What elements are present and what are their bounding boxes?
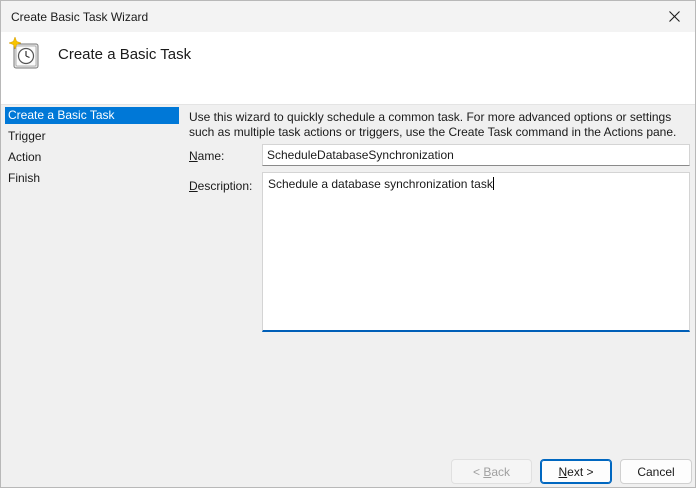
back-button-label: ack	[491, 464, 511, 479]
wizard-window: Create Basic Task Wizard Create a Basic …	[0, 0, 696, 488]
wizard-header: Create a Basic Task	[1, 32, 695, 105]
close-icon	[668, 11, 680, 22]
back-button-prefix: <	[472, 464, 484, 479]
name-label-access-key: N	[189, 149, 198, 163]
back-button[interactable]: < Back	[451, 459, 532, 484]
wizard-content: Use this wizard to quickly schedule a co…	[189, 110, 689, 140]
title-bar: Create Basic Task Wizard	[1, 1, 695, 32]
clock-sparkle-icon	[8, 36, 39, 69]
wizard-steps: Create a Basic Task Trigger Action Finis…	[5, 107, 179, 191]
name-label: Name:	[189, 149, 224, 163]
step-action[interactable]: Action	[5, 149, 179, 170]
name-field-value: ScheduleDatabaseSynchronization	[267, 148, 454, 162]
name-label-text: ame:	[197, 149, 225, 163]
text-caret	[492, 177, 494, 190]
cancel-button[interactable]: Cancel	[620, 459, 692, 484]
next-button[interactable]: Next >	[540, 459, 612, 484]
description-field[interactable]: Schedule a database synchronization task	[262, 172, 690, 332]
description-field-value: Schedule a database synchronization task	[268, 177, 493, 191]
description-label: Description:	[189, 179, 252, 193]
step-create-basic-task[interactable]: Create a Basic Task	[5, 107, 179, 124]
step-finish[interactable]: Finish	[5, 170, 179, 191]
back-button-access-key: B	[483, 464, 492, 479]
window-title: Create Basic Task Wizard	[11, 10, 149, 24]
name-field[interactable]: ScheduleDatabaseSynchronization	[262, 144, 690, 166]
description-label-access-key: D	[189, 179, 198, 193]
description-label-text: escription:	[197, 179, 253, 193]
next-button-label: ext >	[567, 464, 594, 479]
intro-text: Use this wizard to quickly schedule a co…	[189, 110, 677, 139]
next-button-access-key: N	[558, 464, 568, 479]
wizard-heading: Create a Basic Task	[58, 46, 192, 63]
close-button[interactable]	[653, 1, 695, 32]
step-trigger[interactable]: Trigger	[5, 128, 179, 149]
